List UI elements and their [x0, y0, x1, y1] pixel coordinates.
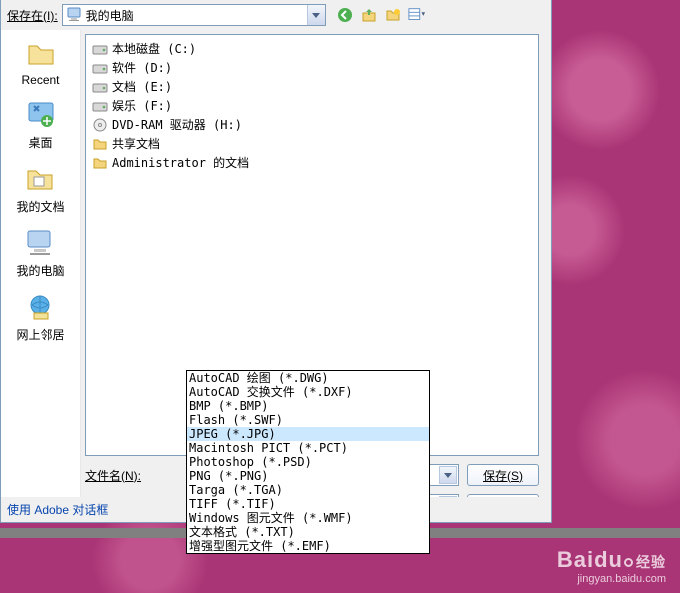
save-in-label: 保存在(I): [7, 7, 58, 24]
drive-icon [92, 79, 108, 95]
save-button[interactable]: 保存(S) [467, 464, 539, 486]
list-item-label: 软件 (D:) [112, 59, 172, 76]
location-dropdown-button[interactable] [307, 5, 325, 25]
sidebar-item-label: 桌面 [28, 134, 52, 151]
sidebar-item-label: 网上邻居 [16, 326, 64, 343]
sidebar-item-recent[interactable]: Recent [21, 38, 59, 87]
filetype-option[interactable]: TIFF (*.TIF) [187, 497, 429, 511]
dvd-icon [92, 117, 108, 133]
filetype-option[interactable]: 增强型图元文件 (*.EMF) [187, 539, 429, 553]
list-item[interactable]: 娱乐 (F:) [90, 96, 534, 115]
filetype-dropdown[interactable]: AutoCAD 绘图 (*.DWG)AutoCAD 交换文件 (*.DXF)BM… [186, 370, 430, 554]
list-item[interactable]: Administrator 的文档 [90, 153, 534, 172]
filetype-option[interactable]: Photoshop (*.PSD) [187, 455, 429, 469]
new-folder-icon[interactable] [384, 6, 402, 24]
location-text: 我的电脑 [86, 7, 134, 24]
list-item[interactable]: 文档 (E:) [90, 77, 534, 96]
sidebar-item-label: 我的电脑 [16, 262, 64, 279]
sidebar-item-label: 我的文档 [16, 198, 64, 215]
computer-icon [66, 6, 82, 25]
sidebar-item-documents[interactable]: 我的文档 [16, 163, 64, 215]
sidebar-item-computer[interactable]: 我的电脑 [16, 227, 64, 279]
list-item-label: DVD-RAM 驱动器 (H:) [112, 116, 242, 133]
drive-icon [92, 41, 108, 57]
list-item-label: 文档 (E:) [112, 78, 172, 95]
folder-recent-icon [25, 38, 57, 70]
filetype-option[interactable]: JPEG (*.JPG) [187, 427, 429, 441]
sidebar-item-desktop[interactable]: 桌面 [25, 99, 57, 151]
up-icon[interactable] [360, 6, 378, 24]
drive-icon [92, 60, 108, 76]
filetype-option[interactable]: AutoCAD 绘图 (*.DWG) [187, 371, 429, 385]
desktop-icon [25, 99, 57, 131]
list-item[interactable]: DVD-RAM 驱动器 (H:) [90, 115, 534, 134]
filetype-option[interactable]: AutoCAD 交换文件 (*.DXF) [187, 385, 429, 399]
list-item[interactable]: 共享文档 [90, 134, 534, 153]
list-item-label: 娱乐 (F:) [112, 97, 172, 114]
list-item[interactable]: 软件 (D:) [90, 58, 534, 77]
places-sidebar: Recent 桌面 我的文档 我的电脑 网上邻居 [1, 30, 81, 522]
list-item[interactable]: 本地磁盘 (C:) [90, 39, 534, 58]
folder-icon [92, 136, 108, 152]
filetype-option[interactable]: BMP (*.BMP) [187, 399, 429, 413]
sidebar-item-network[interactable]: 网上邻居 [16, 291, 64, 343]
list-item-label: Administrator 的文档 [112, 154, 249, 171]
list-item-label: 本地磁盘 (C:) [112, 40, 196, 57]
filetype-option[interactable]: Windows 图元文件 (*.WMF) [187, 511, 429, 525]
back-icon[interactable] [336, 6, 354, 24]
filetype-option[interactable]: Flash (*.SWF) [187, 413, 429, 427]
filename-label: 文件名(N): [85, 467, 181, 484]
filename-dropdown-button[interactable] [439, 466, 457, 484]
view-menu-icon[interactable] [408, 6, 426, 24]
list-item-label: 共享文档 [112, 135, 160, 152]
folder-icon [92, 155, 108, 171]
drive-icon [92, 98, 108, 114]
filetype-option[interactable]: 文本格式 (*.TXT) [187, 525, 429, 539]
filetype-option[interactable]: PNG (*.PNG) [187, 469, 429, 483]
sidebar-item-label: Recent [21, 73, 59, 87]
filetype-option[interactable]: Targa (*.TGA) [187, 483, 429, 497]
filetype-option[interactable]: Macintosh PICT (*.PCT) [187, 441, 429, 455]
watermark: Baidu经验 jingyan.baidu.com [557, 547, 666, 585]
documents-icon [24, 163, 56, 195]
location-combo[interactable]: 我的电脑 [62, 4, 326, 26]
computer-icon [24, 227, 56, 259]
toolbar: 保存在(I): 我的电脑 [1, 0, 551, 30]
network-icon [24, 291, 56, 323]
